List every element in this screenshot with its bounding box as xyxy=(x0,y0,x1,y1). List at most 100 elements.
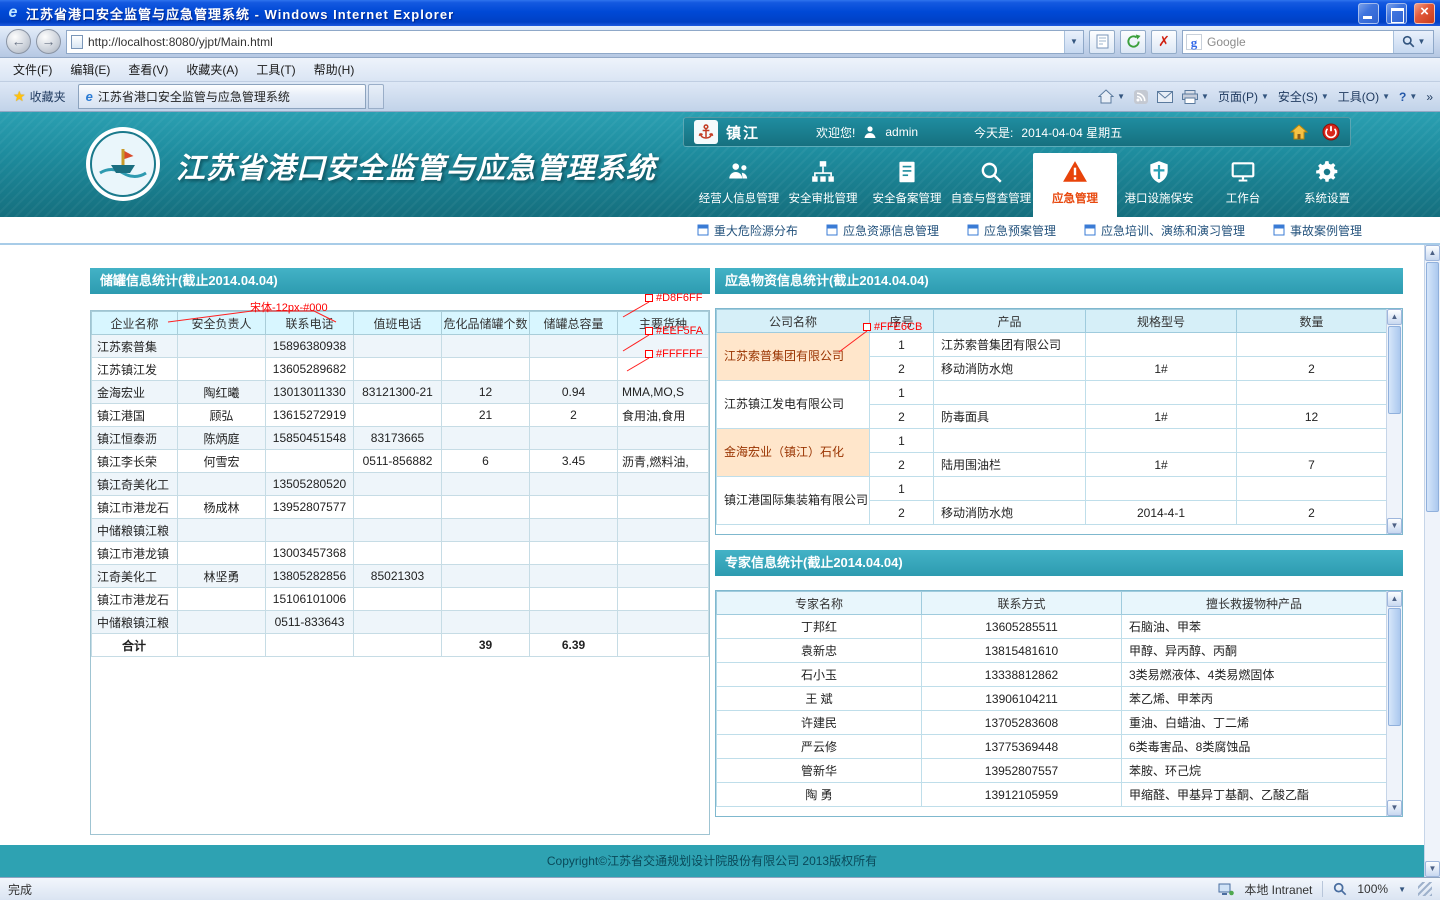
cell: 13013011330 xyxy=(266,381,354,404)
search-box[interactable]: g Google ▼ xyxy=(1182,30,1434,54)
url-text[interactable]: http://localhost:8080/yjpt/Main.html xyxy=(88,35,1064,49)
scroll-down-button[interactable]: ▼ xyxy=(1387,518,1402,534)
menu-edit[interactable]: 编辑(E) xyxy=(61,58,119,81)
scroll-track[interactable] xyxy=(1425,261,1440,861)
scroll-track[interactable] xyxy=(1387,325,1402,518)
table-row: 镇江奇美化工13505280520 xyxy=(92,473,709,496)
cell: 合计 xyxy=(92,634,178,657)
cell: 0.94 xyxy=(530,381,618,404)
stop-button[interactable]: ✗ xyxy=(1151,30,1177,54)
overflow-chevron-icon[interactable]: » xyxy=(1426,90,1433,104)
menu-file[interactable]: 文件(F) xyxy=(4,58,61,81)
cell: 甲醇、异丙醇、丙酮 xyxy=(1122,639,1387,663)
cell: 13912105959 xyxy=(922,783,1122,807)
browser-tab[interactable]: e 江苏省港口安全监管与应急管理系统 xyxy=(78,84,366,109)
cell xyxy=(618,611,709,634)
nav-system-settings[interactable]: 系统设置 xyxy=(1285,153,1369,217)
cell: 13605285511 xyxy=(922,615,1122,639)
feed-icon[interactable] xyxy=(1134,90,1148,104)
tank-table-body: 江苏索普集15896380938江苏镇江发13605289682金海宏业陶红曦1… xyxy=(92,335,709,657)
menu-favorites[interactable]: 收藏夹(A) xyxy=(177,58,247,81)
scroll-up-button[interactable]: ▲ xyxy=(1387,591,1402,607)
mail-icon[interactable] xyxy=(1157,91,1173,103)
address-field[interactable]: http://localhost:8080/yjpt/Main.html ▼ xyxy=(66,30,1084,54)
menu-help[interactable]: 帮助(H) xyxy=(305,58,364,81)
table-row: 中储粮镇江粮0511-833643 xyxy=(92,611,709,634)
cell: 1# xyxy=(1086,405,1237,429)
zoom-dropdown-icon[interactable]: ▼ xyxy=(1398,885,1406,894)
table-row: 镇江港国际集装箱有限公司1 xyxy=(717,477,1387,501)
cell: 陶 勇 xyxy=(717,783,922,807)
menu-view[interactable]: 查看(V) xyxy=(119,58,177,81)
submenu-accident-cases[interactable]: 事故案例管理 xyxy=(1273,222,1362,239)
cell: 15896380938 xyxy=(266,335,354,358)
scroll-up-button[interactable]: ▲ xyxy=(1425,245,1440,261)
experts-scrollbar: ▲ ▼ xyxy=(1386,591,1402,816)
submenu-resource-info[interactable]: 应急资源信息管理 xyxy=(826,222,939,239)
compat-page-icon xyxy=(1096,34,1109,49)
zoom-level[interactable]: 100% xyxy=(1357,882,1388,896)
scroll-down-button[interactable]: ▼ xyxy=(1425,861,1440,877)
scroll-thumb[interactable] xyxy=(1426,262,1439,512)
close-button[interactable] xyxy=(1414,3,1435,24)
zoom-icon[interactable] xyxy=(1333,882,1347,896)
nav-operator-info[interactable]: 经营人信息管理 xyxy=(697,153,781,217)
refresh-button[interactable] xyxy=(1120,30,1146,54)
cell xyxy=(530,611,618,634)
cell: 镇江奇美化工 xyxy=(92,473,178,496)
nav-workbench[interactable]: 工作台 xyxy=(1201,153,1285,217)
nav-port-security[interactable]: 港口设施保安 xyxy=(1117,153,1201,217)
username: admin xyxy=(885,125,918,139)
nav-emergency-management[interactable]: 应急管理 xyxy=(1033,153,1117,217)
cell xyxy=(530,542,618,565)
table-row: 许建民13705283608重油、白蜡油、丁二烯 xyxy=(717,711,1387,735)
scroll-thumb[interactable] xyxy=(1388,326,1401,414)
annotation-color-chip xyxy=(645,350,653,358)
column-header: 储罐总容量 xyxy=(530,312,618,335)
cell xyxy=(178,588,266,611)
scroll-thumb[interactable] xyxy=(1388,608,1401,726)
cell xyxy=(442,565,530,588)
safety-menu-button[interactable]: 安全(S)▼ xyxy=(1278,88,1329,105)
cell xyxy=(530,473,618,496)
cell xyxy=(354,519,442,542)
home-button[interactable]: ▼ xyxy=(1098,89,1125,104)
submenu-plan-management[interactable]: 应急预案管理 xyxy=(967,222,1056,239)
cell xyxy=(442,335,530,358)
compatibility-view-button[interactable] xyxy=(1089,30,1115,54)
search-button[interactable]: ▼ xyxy=(1393,31,1433,53)
back-button[interactable]: ← xyxy=(6,29,31,54)
nav-inspection[interactable]: 自查与督查管理 xyxy=(949,153,1033,217)
nav-safety-approval[interactable]: 安全审批管理 xyxy=(781,153,865,217)
cell xyxy=(530,519,618,542)
maximize-button[interactable] xyxy=(1386,3,1407,24)
tools-menu-button[interactable]: 工具(O)▼ xyxy=(1338,88,1390,105)
favorites-button[interactable]: ★ 收藏夹 xyxy=(5,85,74,108)
forward-button[interactable]: → xyxy=(36,29,61,54)
new-tab-stub[interactable] xyxy=(368,84,384,109)
submenu-training-drill[interactable]: 应急培训、演练和演习管理 xyxy=(1084,222,1245,239)
supplies-scrollbar: ▲ ▼ xyxy=(1386,309,1402,534)
menu-tools[interactable]: 工具(T) xyxy=(247,58,304,81)
cell xyxy=(1237,333,1387,357)
minimize-button[interactable] xyxy=(1358,3,1379,24)
scroll-up-button[interactable]: ▲ xyxy=(1387,309,1402,325)
window-title: 江苏省港口安全监管与应急管理系统 - Windows Internet Expl… xyxy=(26,4,1351,23)
gear-icon xyxy=(1314,157,1340,187)
submenu-hazard-distribution[interactable]: 重大危险源分布 xyxy=(697,222,798,239)
scroll-down-button[interactable]: ▼ xyxy=(1387,800,1402,816)
nav-safety-record[interactable]: 安全备案管理 xyxy=(865,153,949,217)
cell: 6 xyxy=(442,450,530,473)
cell xyxy=(178,519,266,542)
print-button[interactable]: ▼ xyxy=(1182,90,1209,104)
help-button[interactable]: ?▼ xyxy=(1399,90,1417,104)
search-input[interactable]: Google xyxy=(1207,35,1393,49)
page-menu-button[interactable]: 页面(P)▼ xyxy=(1218,88,1269,105)
resize-grip[interactable] xyxy=(1418,882,1432,896)
address-dropdown-icon[interactable]: ▼ xyxy=(1064,31,1083,53)
cell xyxy=(354,335,442,358)
cell: 7 xyxy=(1237,453,1387,477)
scroll-track[interactable] xyxy=(1387,607,1402,800)
home-shortcut-icon[interactable] xyxy=(1290,124,1308,140)
logout-icon[interactable] xyxy=(1322,123,1340,141)
